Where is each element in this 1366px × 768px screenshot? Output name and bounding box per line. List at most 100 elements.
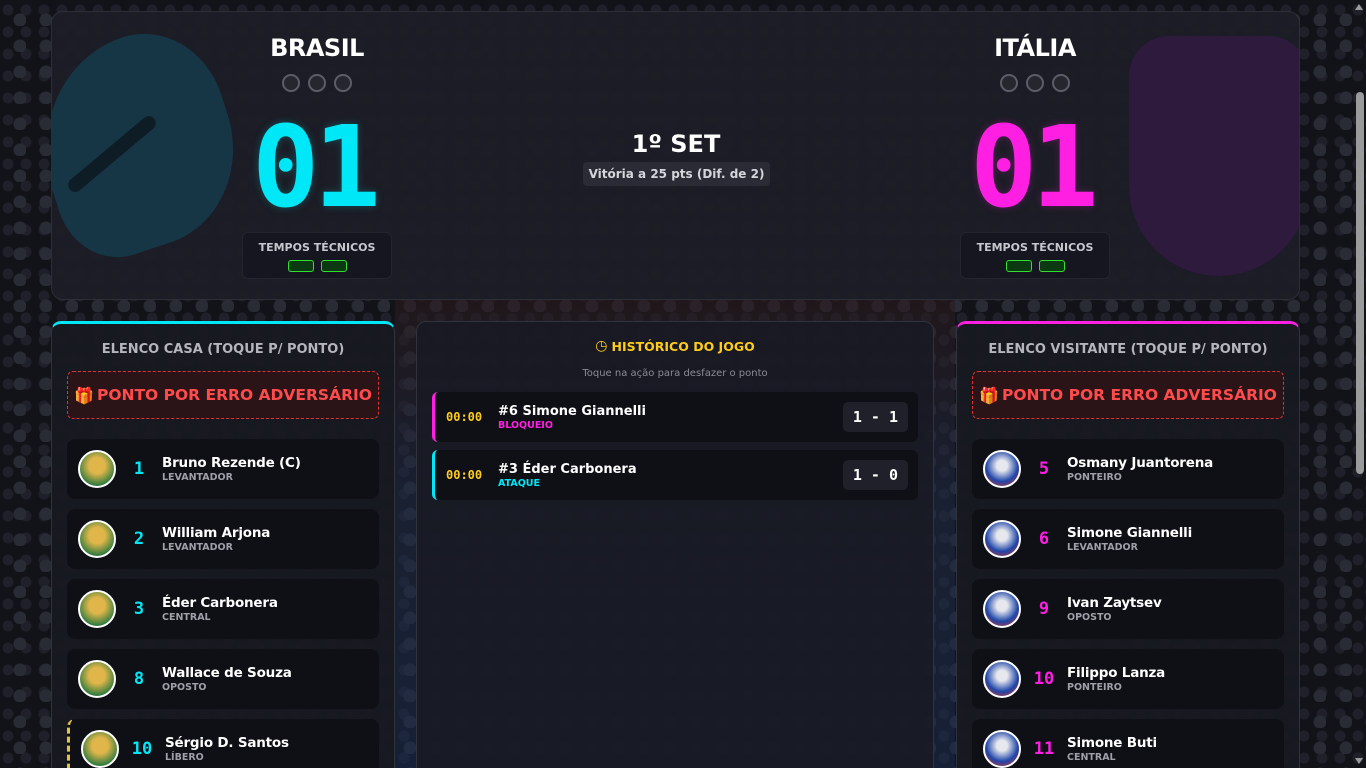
history-hint: Toque na ação para desfazer o ponto [582,368,768,379]
gift-icon: 🎁 [979,385,999,405]
home-score[interactable]: 01 [252,112,381,224]
away-roster-panel: ELENCO VISITANTE (TOQUE P/ PONTO) 🎁 PONT… [956,321,1300,768]
set-title: 1º SET [631,130,721,158]
home-opponent-error-label: PONTO POR ERRO ADVERSÁRIO [96,386,372,404]
event-player: #6 Simone Giannelli [498,403,646,419]
player-number: 3 [133,599,145,619]
event-score: 1 - 0 [842,460,908,490]
player-number: 11 [1033,739,1055,759]
player-position: OPOSTO [162,682,207,693]
player-card[interactable]: 9 Ivan Zaytsev OPOSTO [972,579,1284,639]
player-position: CENTRAL [1067,752,1116,763]
player-card[interactable]: 5 Osmany Juantorena PONTEIRO [972,439,1284,499]
away-team-header: ITÁLIA [935,34,1135,92]
player-card-libero[interactable]: 10 Sérgio D. Santos LÍBERO [67,719,379,768]
set-rule: Vitória a 25 pts (Dif. de 2) [583,162,770,186]
event-time: 00:00 [446,468,483,482]
scroll-up-arrow-icon[interactable] [1355,4,1363,10]
away-logo-watermark [1129,36,1299,276]
player-position: PONTEIRO [1067,682,1122,693]
player-card[interactable]: 10 Filippo Lanza PONTEIRO [972,649,1284,709]
player-name: Bruno Rezende (C) [162,455,301,471]
player-number: 10 [1033,669,1055,689]
player-name: Wallace de Souza [162,665,292,681]
player-avatar [983,660,1021,698]
away-score[interactable]: 01 [970,112,1099,224]
player-card[interactable]: 1 Bruno Rezende (C) LEVANTADOR [67,439,379,499]
player-position: PONTEIRO [1067,472,1122,483]
set-dot [308,74,326,92]
player-number: 6 [1038,529,1050,549]
player-position: LEVANTADOR [162,542,233,553]
home-timeouts: TEMPOS TÉCNICOS [242,232,392,279]
player-name: Osmany Juantorena [1067,455,1214,471]
player-number: 9 [1038,599,1050,619]
home-opponent-error-button[interactable]: 🎁 PONTO POR ERRO ADVERSÁRIO [67,371,379,419]
player-position: OPOSTO [1067,612,1112,623]
player-name: William Arjona [162,525,271,541]
set-dot [334,74,352,92]
player-card[interactable]: 6 Simone Giannelli LEVANTADOR [972,509,1284,569]
player-avatar [983,730,1021,768]
away-roster-title: ELENCO VISITANTE (TOQUE P/ PONTO) [988,342,1268,357]
player-avatar [983,520,1021,558]
set-dot [1052,74,1070,92]
event-score: 1 - 1 [842,402,908,432]
home-team-name: BRASIL [270,34,364,62]
set-dot [282,74,300,92]
away-timeouts-label: TEMPOS TÉCNICOS [976,241,1094,254]
history-title-label: HISTÓRICO DO JOGO [611,338,755,354]
home-sets-won [217,74,417,92]
player-avatar [78,450,116,488]
player-number: 5 [1038,459,1050,479]
player-card[interactable]: 3 Éder Carbonera CENTRAL [67,579,379,639]
timeout-button[interactable] [1005,260,1032,272]
away-player-list: 5 Osmany Juantorena PONTEIRO 6 Simone Gi… [957,439,1299,768]
scoreboard: BRASIL ITÁLIA 01 01 1º SET Vitória a 25 … [51,11,1300,300]
player-name: Ivan Zaytsev [1067,595,1162,611]
player-position: LEVANTADOR [1067,542,1138,553]
player-name: Filippo Lanza [1067,665,1166,681]
history-title: ◷ HISTÓRICO DO JOGO [417,338,933,354]
player-name: Sérgio D. Santos [165,735,289,751]
history-panel: ◷ HISTÓRICO DO JOGO Toque na ação para d… [416,321,934,768]
player-card[interactable]: 8 Wallace de Souza OPOSTO [67,649,379,709]
timeout-button[interactable] [320,260,347,272]
set-dot [1000,74,1018,92]
away-opponent-error-label: PONTO POR ERRO ADVERSÁRIO [1001,386,1277,404]
player-number: 10 [131,739,153,759]
player-number: 8 [133,669,145,689]
event-time: 00:00 [446,410,483,424]
scroll-down-arrow-icon[interactable] [1355,758,1363,764]
home-roster-panel: ELENCO CASA (TOQUE P/ PONTO) 🎁 PONTO POR… [51,321,395,768]
player-number: 2 [133,529,145,549]
event-action: ATAQUE [498,477,540,489]
player-avatar [81,730,119,768]
player-avatar [78,520,116,558]
player-name: Simone Buti [1067,735,1157,751]
event-player: #3 Éder Carbonera [498,461,637,477]
away-sets-won [935,74,1135,92]
gift-icon: 🎁 [74,385,94,405]
player-card[interactable]: 11 Simone Buti CENTRAL [972,719,1284,768]
away-team-name: ITÁLIA [994,34,1076,62]
page-scrollbar[interactable] [1356,92,1364,474]
home-timeouts-label: TEMPOS TÉCNICOS [258,241,376,254]
history-event[interactable]: 00:00 #6 Simone Giannelli BLOQUEIO 1 - 1 [432,392,918,442]
timeout-button[interactable] [1038,260,1065,272]
away-timeouts: TEMPOS TÉCNICOS [960,232,1110,279]
player-number: 1 [133,459,145,479]
player-card[interactable]: 2 William Arjona LEVANTADOR [67,509,379,569]
history-event[interactable]: 00:00 #3 Éder Carbonera ATAQUE 1 - 0 [432,450,918,500]
history-event-list: 00:00 #6 Simone Giannelli BLOQUEIO 1 - 1… [417,392,933,500]
away-opponent-error-button[interactable]: 🎁 PONTO POR ERRO ADVERSÁRIO [972,371,1284,419]
home-player-list: 1 Bruno Rezende (C) LEVANTADOR 2 William… [52,439,394,768]
timeout-button[interactable] [287,260,314,272]
player-avatar [78,660,116,698]
home-team-header: BRASIL [217,34,417,92]
player-avatar [78,590,116,628]
player-name: Simone Giannelli [1067,525,1193,541]
set-dot [1026,74,1044,92]
player-position: CENTRAL [162,612,211,623]
player-avatar [983,450,1021,488]
